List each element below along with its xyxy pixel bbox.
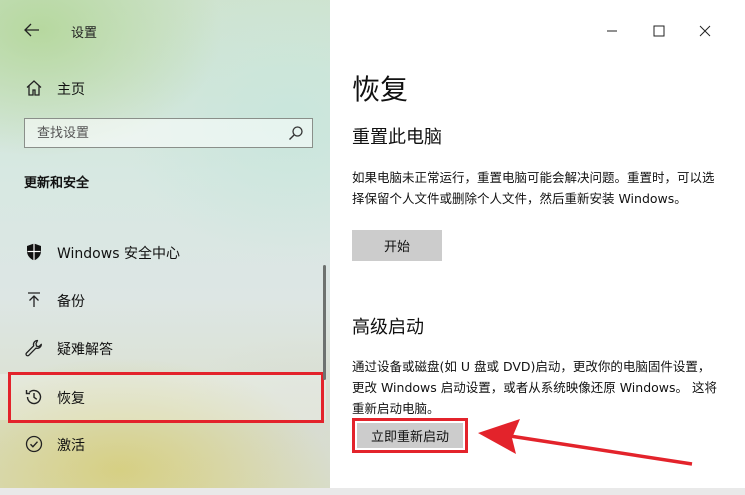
sidebar-item-label: 恢复 [57,391,85,407]
minimize-button[interactable] [595,14,629,48]
sidebar-item-label: 疑难解答 [57,342,113,358]
app-title: 设置 [71,26,98,41]
sidebar-item-label: 备份 [57,294,85,310]
bottom-edge [0,488,745,495]
shield-icon [27,243,41,261]
history-icon [25,389,42,405]
back-button[interactable] [20,18,44,42]
highlight-box-restart: 立即重新启动 [352,418,468,453]
sidebar-item-backup[interactable]: 备份 [0,278,326,322]
back-arrow-icon [24,23,39,37]
sidebar-item-label: 主页 [57,82,85,98]
sidebar-item-activation[interactable]: 激活 [0,422,326,466]
close-icon [699,25,711,37]
sidebar-item-troubleshoot[interactable]: 疑难解答 [0,326,326,370]
sidebar-item-label: Windows 安全中心 [57,246,180,262]
sidebar-item-label: 激活 [57,438,85,454]
home-icon [26,80,42,96]
maximize-icon [653,25,665,37]
page-title: 恢复 [352,73,409,106]
backup-arrow-icon [28,292,40,307]
minimize-icon [607,30,617,32]
sidebar-item-home[interactable]: 主页 [0,70,330,106]
reset-start-button[interactable]: 开始 [352,230,442,261]
section-heading: 更新和安全 [24,176,90,191]
sidebar-item-recovery[interactable]: 恢复 [0,374,326,420]
advanced-startup-heading: 高级启动 [352,317,424,338]
wrench-icon [25,339,42,357]
maximize-button[interactable] [642,14,676,48]
check-circle-icon [25,435,43,453]
reset-heading: 重置此电脑 [352,127,442,148]
sidebar-scrollbar[interactable] [323,265,326,380]
window-controls [585,0,745,60]
annotation-arrow-icon [478,419,693,466]
title-bar: 设置 [0,0,330,60]
reset-description: 如果电脑未正常运行，重置电脑可能会解决问题。重置时，可以选择保留个人文件或删除个… [352,170,715,206]
restart-now-button[interactable]: 立即重新启动 [357,423,463,448]
advanced-startup-description: 通过设备或磁盘(如 U 盘或 DVD)启动，更改你的电脑固件设置，更改 Wind… [352,359,717,416]
close-button[interactable] [688,14,722,48]
search-input[interactable] [25,119,280,147]
sidebar: 设置 主页 更新和安全 Windows 安全中心 备份 疑难解答 [0,0,330,495]
sidebar-item-security[interactable]: Windows 安全中心 [0,230,326,274]
search-box[interactable] [24,118,313,148]
search-icon[interactable] [288,125,304,141]
